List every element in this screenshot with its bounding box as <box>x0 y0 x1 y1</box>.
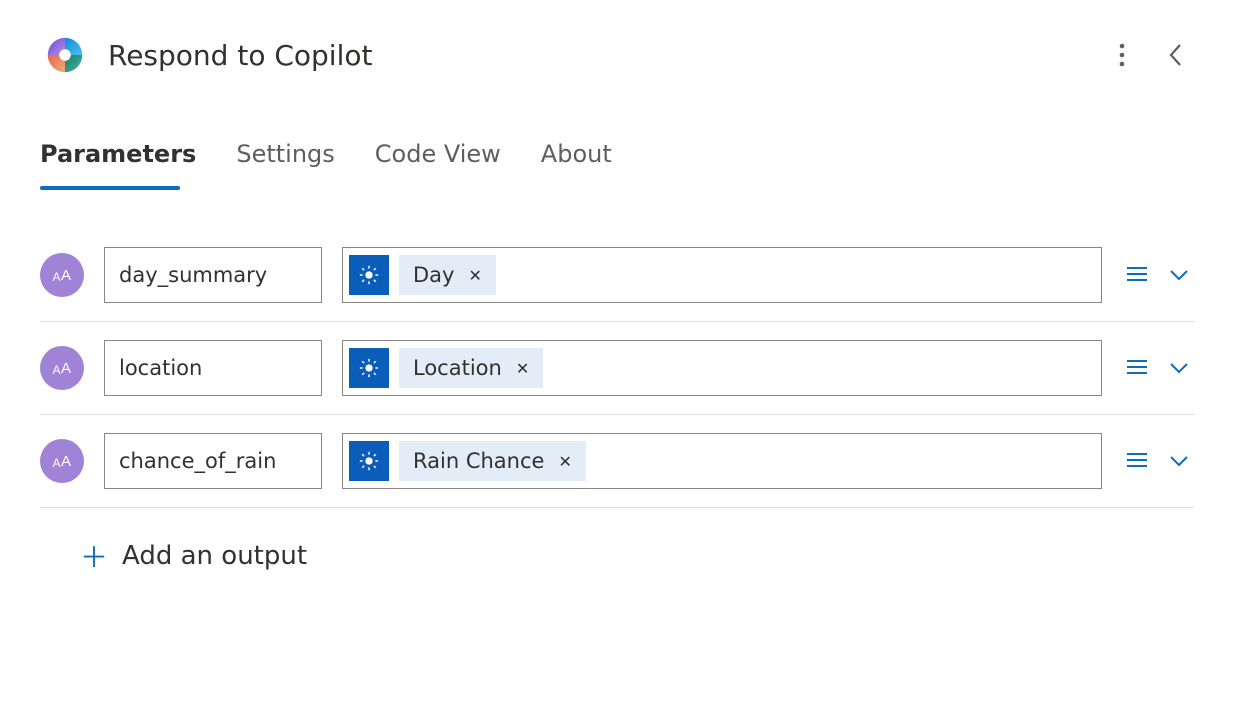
parameter-name-input[interactable]: location <box>104 340 322 396</box>
parameter-value-input[interactable]: Day✕ <box>342 247 1102 303</box>
parameter-name-input[interactable]: day_summary <box>104 247 322 303</box>
reorder-button[interactable] <box>1122 353 1152 383</box>
dynamic-content-token[interactable]: Rain Chance✕ <box>349 441 586 481</box>
sun-icon <box>349 348 389 388</box>
tab-parameters[interactable]: Parameters <box>40 140 196 176</box>
more-options-button[interactable] <box>1104 37 1140 73</box>
remove-token-button[interactable]: ✕ <box>468 266 481 285</box>
parameter-name-input[interactable]: chance_of_rain <box>104 433 322 489</box>
type-text-badge: AA <box>40 346 84 390</box>
header: Respond to Copilot <box>40 30 1194 80</box>
parameter-row: AA chance_of_rain Rain Chance✕ <box>40 415 1194 508</box>
tab-about[interactable]: About <box>541 140 612 176</box>
dynamic-content-token[interactable]: Day✕ <box>349 255 496 295</box>
parameter-value-input[interactable]: Location✕ <box>342 340 1102 396</box>
sun-icon <box>349 255 389 295</box>
token-label: Location✕ <box>399 348 543 388</box>
parameter-row: AA location Location✕ <box>40 322 1194 415</box>
row-actions <box>1122 353 1194 383</box>
parameter-row: AA day_summary Day✕ <box>40 228 1194 322</box>
sun-icon <box>349 441 389 481</box>
expand-row-button[interactable] <box>1164 353 1194 383</box>
dynamic-content-token[interactable]: Location✕ <box>349 348 543 388</box>
reorder-button[interactable] <box>1122 260 1152 290</box>
tab-settings[interactable]: Settings <box>236 140 334 176</box>
row-actions <box>1122 446 1194 476</box>
remove-token-button[interactable]: ✕ <box>516 359 529 378</box>
expand-row-button[interactable] <box>1164 446 1194 476</box>
row-actions <box>1122 260 1194 290</box>
token-label: Day✕ <box>399 255 496 295</box>
expand-row-button[interactable] <box>1164 260 1194 290</box>
collapse-panel-button[interactable] <box>1158 37 1194 73</box>
reorder-button[interactable] <box>1122 446 1152 476</box>
token-label: Rain Chance✕ <box>399 441 586 481</box>
parameter-name-text: day_summary <box>119 263 267 287</box>
copilot-app-icon <box>40 30 90 80</box>
type-text-badge: AA <box>40 439 84 483</box>
tab-code-view[interactable]: Code View <box>375 140 501 176</box>
parameter-value-input[interactable]: Rain Chance✕ <box>342 433 1102 489</box>
add-output-label: Add an output <box>122 541 307 571</box>
active-tab-indicator <box>40 186 180 190</box>
parameters-list: AA day_summary Day✕ AA <box>40 228 1194 508</box>
parameter-name-text: location <box>119 356 202 380</box>
remove-token-button[interactable]: ✕ <box>558 452 571 471</box>
plus-icon: ＋ <box>80 536 108 576</box>
add-output-button[interactable]: ＋ Add an output <box>40 508 1194 576</box>
page-title: Respond to Copilot <box>108 39 1086 72</box>
type-text-badge: AA <box>40 253 84 297</box>
parameter-name-text: chance_of_rain <box>119 449 276 473</box>
tab-bar: Parameters Settings Code View About <box>40 140 1194 176</box>
